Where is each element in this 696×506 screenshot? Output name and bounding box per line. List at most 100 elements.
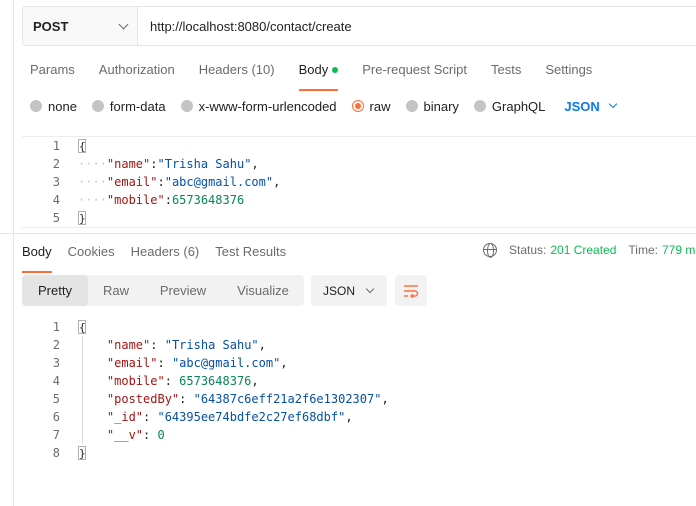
wrap-lines-button[interactable] bbox=[395, 275, 427, 306]
tab-body[interactable]: Body bbox=[298, 62, 339, 91]
tab-authorization[interactable]: Authorization bbox=[99, 62, 175, 82]
radio-graphql[interactable]: GraphQL bbox=[473, 98, 546, 114]
line-number: 3 bbox=[52, 356, 60, 370]
response-divider[interactable] bbox=[0, 233, 696, 234]
globe-icon[interactable] bbox=[483, 243, 497, 258]
response-tab-body[interactable]: Body bbox=[22, 244, 52, 273]
radio-circle-icon bbox=[30, 100, 42, 112]
close-brace: } bbox=[78, 446, 86, 460]
json-key: "postedBy" bbox=[106, 392, 180, 406]
radio-circle-icon bbox=[405, 100, 418, 112]
tab-params[interactable]: Params bbox=[30, 62, 75, 82]
status-label: Status: bbox=[509, 243, 547, 257]
line-number: 5 bbox=[52, 392, 60, 406]
tab-pre-request-script[interactable]: Pre-request Script bbox=[362, 62, 467, 82]
line-number: 2 bbox=[52, 157, 60, 171]
json-string-value: "Trisha Sahu" bbox=[164, 338, 259, 352]
body-language-label: JSON bbox=[564, 98, 600, 114]
method-label: POST bbox=[33, 18, 69, 34]
open-brace: { bbox=[78, 320, 86, 334]
radio-none[interactable]: none bbox=[30, 99, 77, 114]
json-number-value: 0 bbox=[157, 428, 165, 442]
time-value[interactable]: 779 ms bbox=[662, 243, 696, 257]
code-line: 6 "_id": "64395ee74bdfe2c27ef68dbf", bbox=[22, 408, 696, 426]
json-key: "mobile" bbox=[106, 193, 165, 207]
radio-label: x-www-form-urlencoded bbox=[198, 98, 337, 114]
code-line: 4 ····"mobile":6573648376 bbox=[22, 191, 696, 209]
radio-label: GraphQL bbox=[491, 98, 546, 114]
json-key: "name" bbox=[106, 338, 151, 352]
chevron-down-icon bbox=[365, 284, 375, 293]
code-line: 8} bbox=[22, 444, 696, 462]
response-tab-headers[interactable]: Headers (6) bbox=[131, 244, 200, 264]
line-number: 1 bbox=[52, 139, 60, 153]
radio-circle-icon bbox=[180, 100, 193, 112]
body-language-dropdown[interactable]: JSON bbox=[564, 98, 618, 114]
json-number-value: 6573648376 bbox=[179, 374, 252, 388]
radio-label: binary bbox=[423, 98, 459, 114]
tab-settings[interactable]: Settings bbox=[545, 62, 592, 82]
open-brace: { bbox=[78, 139, 86, 153]
status-value[interactable]: 201 Created bbox=[550, 243, 616, 257]
view-visualize-button[interactable]: Visualize bbox=[222, 275, 304, 306]
response-tab-cookies[interactable]: Cookies bbox=[68, 244, 115, 264]
method-dropdown[interactable]: POST bbox=[23, 7, 138, 45]
wrap-lines-icon bbox=[404, 284, 419, 298]
code-line: 3 ····"email":"abc@gmail.com", bbox=[22, 173, 696, 191]
response-format-dropdown[interactable]: JSON bbox=[311, 275, 387, 306]
request-tabs: Params Authorization Headers (10) Body P… bbox=[30, 62, 616, 91]
json-key: "__v" bbox=[106, 428, 144, 442]
response-body-viewer[interactable]: 1{ 2 "name": "Trisha Sahu", 3 "email": "… bbox=[22, 318, 696, 462]
json-key: "mobile" bbox=[106, 374, 165, 388]
line-number: 8 bbox=[52, 446, 60, 460]
radio-label: raw bbox=[369, 98, 391, 114]
json-string-value: "abc@gmail.com" bbox=[171, 356, 281, 370]
json-string-value: "64387c6eff21a2f6e1302307" bbox=[193, 392, 382, 406]
line-number: 5 bbox=[52, 211, 60, 225]
active-tab-indicator bbox=[22, 271, 52, 273]
view-preview-button[interactable]: Preview bbox=[144, 275, 222, 306]
tab-headers[interactable]: Headers (10) bbox=[199, 62, 275, 82]
code-line: 2 "name": "Trisha Sahu", bbox=[22, 336, 696, 354]
response-format-label: JSON bbox=[323, 283, 356, 298]
code-line: 1{ bbox=[22, 318, 696, 336]
chevron-down-icon bbox=[608, 99, 618, 109]
code-line: 5 "postedBy": "64387c6eff21a2f6e1302307"… bbox=[22, 390, 696, 408]
radio-x-www-form-urlencoded[interactable]: x-www-form-urlencoded bbox=[180, 98, 337, 114]
radio-label: form-data bbox=[109, 98, 166, 114]
line-number: 4 bbox=[52, 374, 60, 388]
line-number: 4 bbox=[52, 193, 60, 207]
view-pretty-button[interactable]: Pretty bbox=[22, 275, 88, 306]
radio-raw[interactable]: raw bbox=[351, 98, 391, 114]
radio-binary[interactable]: binary bbox=[405, 98, 459, 114]
response-tab-test-results[interactable]: Test Results bbox=[215, 244, 286, 264]
radio-circle-icon bbox=[473, 100, 486, 112]
response-tab-headers-label: Headers bbox=[130, 244, 180, 259]
json-key: "email" bbox=[106, 175, 158, 189]
chevron-down-icon bbox=[118, 19, 129, 29]
json-string-value: "64395ee74bdfe2c27ef68dbf" bbox=[157, 410, 346, 424]
radio-form-data[interactable]: form-data bbox=[91, 98, 166, 114]
url-input[interactable]: http://localhost:8080/contact/create bbox=[138, 7, 696, 45]
line-number: 3 bbox=[52, 175, 60, 189]
response-tab-headers-count: (6) bbox=[183, 244, 200, 259]
response-tab-body-label: Body bbox=[22, 244, 52, 259]
code-line: 4 "mobile": 6573648376, bbox=[22, 372, 696, 390]
view-raw-button[interactable]: Raw bbox=[88, 275, 144, 306]
tab-headers-label: Headers bbox=[198, 62, 248, 77]
tab-headers-count: (10) bbox=[251, 62, 275, 77]
active-tab-indicator bbox=[298, 89, 339, 91]
json-string-value: "Trisha Sahu" bbox=[157, 157, 252, 171]
json-key: "_id" bbox=[106, 410, 144, 424]
time-label: Time: bbox=[628, 243, 658, 257]
code-line: 1{ bbox=[22, 137, 696, 155]
tab-body-label: Body bbox=[298, 62, 329, 77]
body-type-options: none form-data x-www-form-urlencoded raw… bbox=[30, 96, 618, 116]
request-body-editor[interactable]: 1{ 2 ····"name":"Trisha Sahu", 3 ····"emai… bbox=[22, 136, 696, 228]
line-number: 2 bbox=[52, 338, 60, 352]
radio-selected-icon bbox=[351, 100, 364, 112]
tab-tests[interactable]: Tests bbox=[491, 62, 521, 82]
line-number: 7 bbox=[52, 428, 60, 442]
radio-circle-icon bbox=[91, 100, 104, 112]
code-line: 3 "email": "abc@gmail.com", bbox=[22, 354, 696, 372]
